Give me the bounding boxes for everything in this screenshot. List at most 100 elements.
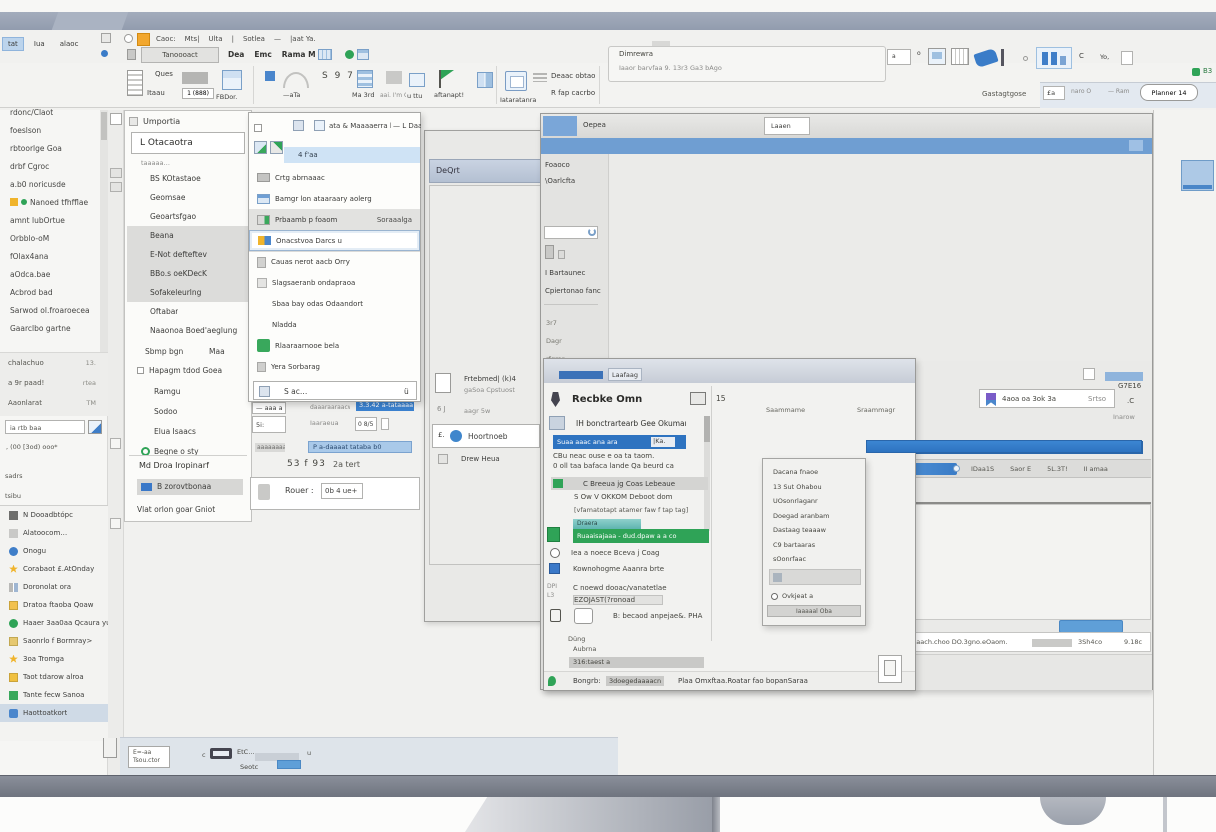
- paper-box-icon[interactable]: [878, 655, 902, 683]
- flag-icon[interactable]: [440, 70, 454, 80]
- imports-item[interactable]: BBo.s oeKDecK: [127, 264, 249, 283]
- popup-item[interactable]: C9 bartaaras: [763, 538, 865, 553]
- dialog-search-btn[interactable]: Srtso: [1088, 395, 1114, 403]
- dd-tool-icon2[interactable]: [270, 141, 283, 154]
- sidebar-item[interactable]: Sarwod ol.froaroecea: [0, 301, 100, 319]
- sidebar-item[interactable]: rdonc/Claot: [0, 103, 100, 121]
- depot-file-line1[interactable]: Frtebmed| (k)4: [464, 375, 540, 383]
- context-menu-item[interactable]: N Dooadbtópc: [0, 506, 108, 524]
- form-spin[interactable]: [381, 418, 389, 430]
- imports-footer-last[interactable]: Vlat orlon goar Gniot: [137, 505, 247, 514]
- rechte-scroll-thumb[interactable]: [704, 416, 710, 442]
- stat-row[interactable]: a 9r paad! rtea: [0, 373, 108, 393]
- depot-file-label[interactable]: aagr 5w: [464, 407, 534, 415]
- smiley-box-icon[interactable]: [574, 608, 593, 624]
- scrollbar-thumb[interactable]: [101, 112, 107, 140]
- sac-row[interactable]: S ac… ü: [253, 381, 417, 400]
- sidebar-search-input[interactable]: ia rtb baa: [5, 420, 85, 434]
- rail-small-label[interactable]: 3r7: [541, 314, 609, 332]
- imports-title-box[interactable]: L Otacaotra: [131, 132, 245, 154]
- uc-icon[interactable]: [409, 73, 425, 87]
- rail-small-label[interactable]: Dagr: [541, 332, 609, 350]
- dropdown-item[interactable]: Nladda: [249, 314, 420, 335]
- rail-doc-icon[interactable]: [545, 245, 554, 259]
- pill-blue[interactable]: P a-daaaat tataba b0: [308, 441, 412, 453]
- popup-radio-icon[interactable]: [771, 593, 778, 600]
- radio-icon[interactable]: [550, 548, 560, 558]
- depot-file-card[interactable]: £. Hoortnoeb: [432, 424, 540, 448]
- sidebar-item[interactable]: a.b0 noricusde: [0, 175, 100, 193]
- toolbar-label[interactable]: IDaa1S: [971, 465, 994, 473]
- sidebar-item[interactable]: Nanoed tfhfflae: [0, 193, 100, 211]
- form-cell-5[interactable]: Iaaraeua: [310, 419, 348, 427]
- imports-item[interactable]: BS KOtastaoe: [127, 169, 249, 188]
- context-menu-item[interactable]: Taot tdarow alroa: [0, 668, 108, 686]
- rail-icon-mid[interactable]: [110, 438, 121, 449]
- checkbox-icon[interactable]: [137, 367, 144, 374]
- zoom-field[interactable]: a: [887, 49, 911, 65]
- sidebar-small-label[interactable]: sadrs: [2, 466, 72, 486]
- rail-icon-top[interactable]: [110, 113, 122, 125]
- stat-row[interactable]: Aaonlarat TM: [0, 393, 108, 413]
- sidebar-item[interactable]: Orbblo-oM: [0, 229, 100, 247]
- menu-item[interactable]: |aat Ya.: [290, 35, 316, 43]
- dd-window-icon[interactable]: [293, 120, 304, 131]
- imports-item[interactable]: Naaonoa Boed'aeglung: [127, 321, 249, 340]
- field-3[interactable]: — Ram: [1108, 88, 1136, 95]
- refresh-green-icon[interactable]: [345, 50, 354, 59]
- rechte-line-7[interactable]: C noewd dooac/vanatetlae: [573, 584, 693, 592]
- chart-icon[interactable]: [1036, 47, 1072, 69]
- popup-item[interactable]: Dacana fnaoe: [763, 465, 865, 480]
- rechte-line-2[interactable]: 0 oll taa bafaca lande Qa beurd ca: [553, 462, 693, 470]
- context-menu-item[interactable]: Dratoa ftaoba Qoaw: [0, 596, 108, 614]
- highlight-icon[interactable]: [137, 33, 150, 46]
- imports-more-item[interactable]: Ramgu: [127, 381, 249, 401]
- dropdown-item[interactable]: Rlaaraarnooe bela: [249, 335, 420, 356]
- app-tab[interactable]: tat: [2, 37, 24, 51]
- dd-checkbox-icon[interactable]: [254, 124, 262, 132]
- window-titlebar[interactable]: [0, 12, 1216, 30]
- menu-item[interactable]: Mts|: [185, 35, 200, 43]
- rechte-line-6[interactable]: Kownohogme Aaanra brte: [573, 565, 683, 573]
- context-menu-item[interactable]: Doronolat ora: [0, 578, 108, 596]
- rail-icon-scroll[interactable]: [110, 168, 122, 178]
- table-big-icon[interactable]: [357, 70, 373, 88]
- dropdown-item[interactable]: Cauas nerot aacb Orry: [249, 251, 420, 272]
- bon-box[interactable]: 3doegedaaaacn: [606, 676, 664, 686]
- la-icon[interactable]: [265, 71, 275, 81]
- rechte-tab[interactable]: Laafaag: [608, 368, 642, 381]
- imports-item[interactable]: Geoartsfgao: [127, 207, 249, 226]
- menu-item[interactable]: |: [232, 35, 234, 43]
- context-menu-item[interactable]: Corabaot £.AtOnday: [0, 560, 108, 578]
- rechte-scrollbar[interactable]: [704, 416, 710, 531]
- sidebar-scrollbar[interactable]: [100, 110, 108, 360]
- imports-item[interactable]: Geomsae: [127, 188, 249, 207]
- pill-gray[interactable]: aaaaaaaa -: [255, 443, 285, 452]
- menu-item[interactable]: Sotlea: [243, 35, 265, 43]
- dropdown-item[interactable]: Yera Sorbarag: [249, 356, 420, 377]
- dd-tool-icon[interactable]: [254, 141, 267, 154]
- popup-item[interactable]: sOonrfaac: [763, 552, 865, 567]
- rechte-line-8[interactable]: B: becaod anpejae&. PHA: [613, 612, 723, 620]
- toolbar-label[interactable]: II amaa: [1084, 465, 1108, 473]
- sidebar-item[interactable]: aOdca.bae: [0, 265, 100, 283]
- main-dialog-titlebar[interactable]: [541, 114, 1152, 138]
- dd-window-icon2[interactable]: [314, 120, 325, 131]
- copy-icon[interactable]: [505, 71, 527, 91]
- context-menu-item[interactable]: Onogu: [0, 542, 108, 560]
- depot-titlebar[interactable]: DeQrt: [429, 159, 541, 183]
- bottom-button[interactable]: E=-aa Tsou.ctor: [128, 746, 170, 768]
- toolbar-label[interactable]: 5L.3T!: [1047, 465, 1068, 473]
- rechte-line-3[interactable]: S Ow V OKKOM Deboot dom: [574, 493, 694, 501]
- app-tab[interactable]: alaoc: [55, 38, 84, 50]
- menu-item[interactable]: —: [274, 35, 281, 43]
- grid-icon[interactable]: [318, 49, 332, 60]
- imports-item[interactable]: E-Not defteftev: [127, 245, 249, 264]
- selected-row-blue[interactable]: Suaa aaac ana ara |Ka.: [553, 435, 686, 449]
- selected-row-gray[interactable]: C Breeua jg Coas Lebeaue: [551, 477, 708, 490]
- popup-item[interactable]: Doegad aranbam: [763, 509, 865, 524]
- context-menu-item[interactable]: Saonrlo f Bormray>: [0, 632, 108, 650]
- doc-icon[interactable]: [127, 49, 136, 60]
- form-cell-2[interactable]: daaaraaraacwa: [310, 404, 350, 411]
- sync-icon[interactable]: [101, 50, 108, 57]
